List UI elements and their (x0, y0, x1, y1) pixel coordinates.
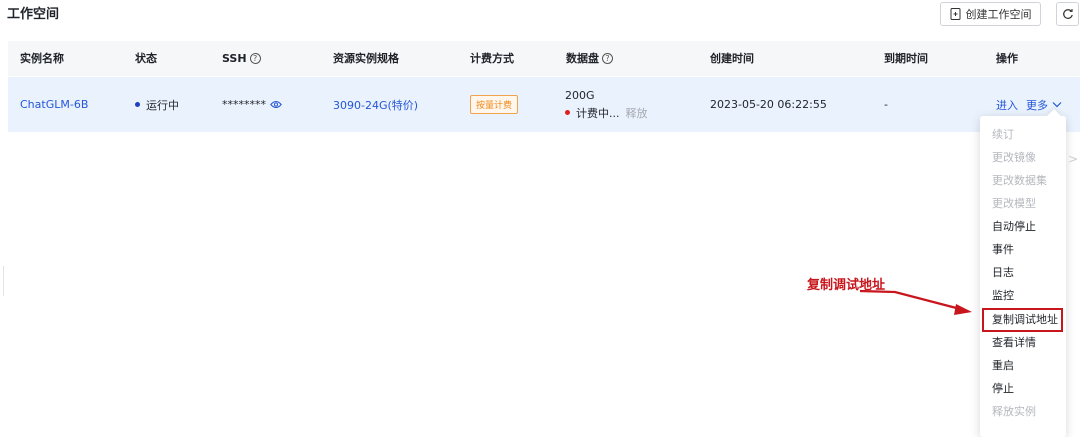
menu-item-logs[interactable]: 日志 (980, 262, 1066, 284)
menu-item-copy-debug-address[interactable]: 复制调试地址 (982, 308, 1063, 332)
disk-release-link[interactable]: 释放 (626, 105, 648, 121)
status-cell: 运行中 (135, 77, 179, 132)
menu-item-monitor[interactable]: 监控 (980, 285, 1066, 307)
menu-item-change-dataset[interactable]: 更改数据集 (980, 170, 1066, 192)
table-header: 实例名称 状态 SSH ? 资源实例规格 计费方式 数据盘 ? 创建时间 到期时… (8, 41, 1080, 76)
refresh-icon (1062, 9, 1073, 19)
status-text: 运行中 (146, 98, 179, 112)
status-dot-icon (135, 102, 140, 107)
disk-status-dot-icon (565, 110, 570, 115)
menu-item-view-details[interactable]: 查看详情 (980, 332, 1066, 354)
column-header-billing: 计费方式 (470, 52, 514, 65)
menu-item-change-image[interactable]: 更改镜像 (980, 147, 1066, 169)
column-header-ssh: SSH ? (222, 41, 261, 76)
spec-cell: 3090-24G(特价) (333, 77, 418, 132)
page-title: 工作空间 (7, 7, 60, 22)
menu-item-events[interactable]: 事件 (980, 239, 1066, 261)
disk-cell: 200G 计费中... 释放 (565, 77, 648, 132)
more-actions-menu: 续订 更改镜像 更改数据集 更改模型 自动停止 事件 日志 监控 复制调试地址 … (980, 108, 1066, 437)
column-header-disk: 数据盘 ? (566, 41, 613, 76)
annotation-arrow-icon (859, 289, 972, 315)
column-header-name: 实例名称 (20, 52, 64, 65)
expires-cell: - (884, 98, 888, 111)
left-edge-divider (0, 266, 4, 296)
instance-name-link[interactable]: ChatGLM-6B (20, 98, 88, 111)
ssh-cell: ******** (222, 77, 282, 132)
disk-size: 200G (565, 88, 595, 102)
disk-status-text: 计费中... (576, 106, 620, 120)
more-button[interactable]: 更多 (1026, 97, 1062, 113)
column-header-created: 创建时间 (710, 52, 754, 65)
billing-cell: 按量计费 (470, 77, 519, 132)
ssh-header-label: SSH (222, 52, 247, 65)
billing-tag: 按量计费 (470, 95, 519, 114)
table-row: ChatGLM-6B 运行中 ******** 3090-24G(特价) 按量计… (8, 77, 1080, 132)
eye-icon[interactable] (270, 100, 282, 109)
menu-item-change-model[interactable]: 更改模型 (980, 193, 1066, 215)
ssh-masked-value: ******** (222, 98, 266, 111)
disk-header-label: 数据盘 (566, 52, 599, 65)
column-header-spec: 资源实例规格 (333, 52, 399, 65)
chevron-right-icon: > (1068, 152, 1079, 166)
ssh-help-icon[interactable]: ? (249, 53, 261, 64)
create-workspace-button[interactable]: 创建工作空间 (940, 2, 1041, 26)
disk-help-icon[interactable]: ? (602, 53, 613, 64)
created-time-cell: 2023-05-20 06:22:55 (710, 98, 827, 111)
menu-item-auto-stop[interactable]: 自动停止 (980, 216, 1066, 238)
menu-item-stop[interactable]: 停止 (980, 378, 1066, 400)
chevron-down-icon (1052, 102, 1062, 108)
menu-item-renew[interactable]: 续订 (980, 124, 1066, 146)
more-label: 更多 (1026, 98, 1048, 112)
menu-item-release-instance[interactable]: 释放实例 (980, 401, 1066, 423)
column-header-status: 状态 (135, 52, 157, 65)
instance-name-cell: ChatGLM-6B (20, 77, 88, 132)
enter-button[interactable]: 进入 (996, 97, 1018, 113)
column-header-expires: 到期时间 (884, 52, 928, 65)
create-workspace-label: 创建工作空间 (965, 8, 1032, 21)
refresh-button[interactable] (1056, 2, 1079, 26)
menu-item-restart[interactable]: 重启 (980, 355, 1066, 377)
document-add-icon (950, 8, 960, 20)
spec-link[interactable]: 3090-24G(特价) (333, 97, 418, 113)
column-header-actions: 操作 (996, 52, 1018, 65)
